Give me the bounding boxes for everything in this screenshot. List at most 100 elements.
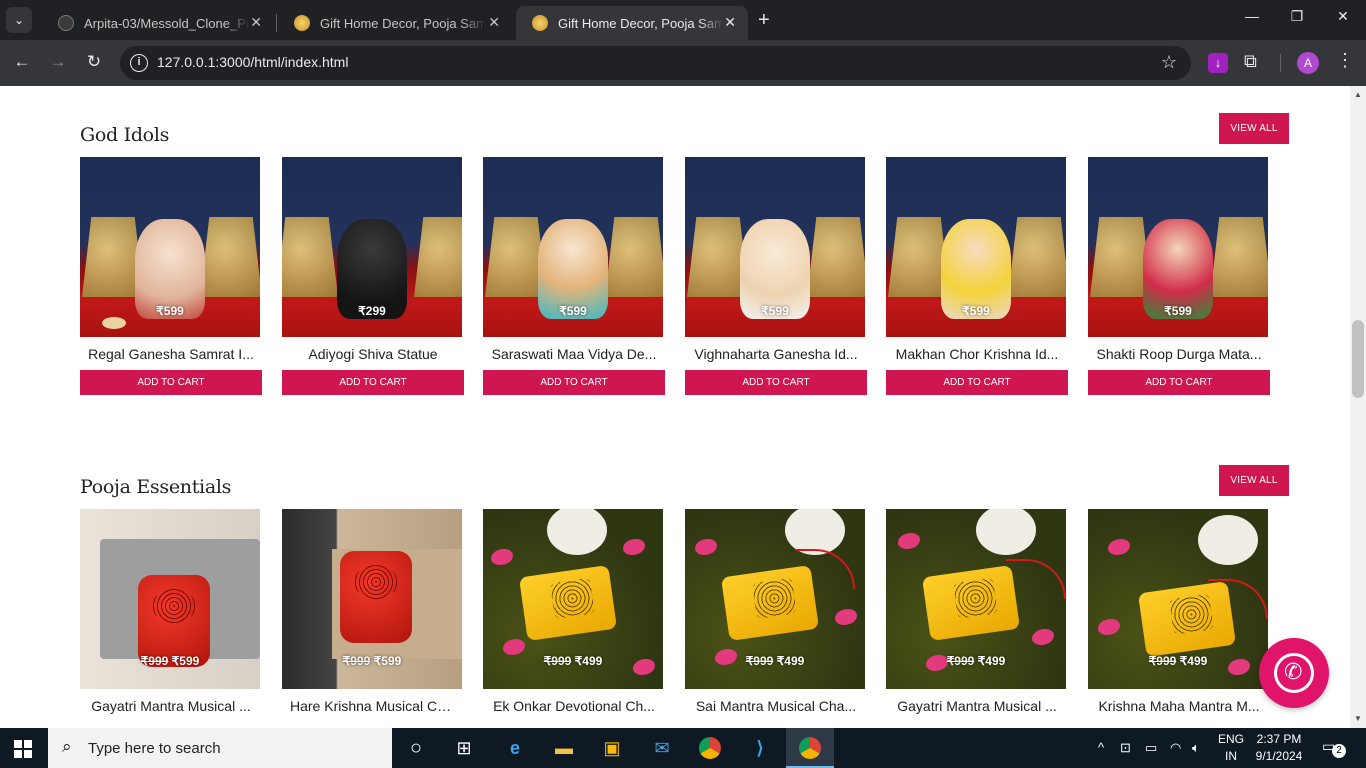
product-image[interactable]: ₹999 ₹499 xyxy=(685,509,865,689)
price: ₹599 xyxy=(373,654,402,668)
restore-icon[interactable]: ❐ xyxy=(1287,8,1307,25)
close-tab-icon[interactable]: ✕ xyxy=(488,14,500,31)
lamp-decor xyxy=(282,217,338,297)
cortana-icon[interactable]: ○ xyxy=(404,736,428,760)
search-placeholder[interactable]: Type here to search xyxy=(88,740,221,757)
old-price: ₹999 xyxy=(140,654,169,668)
rose-petal xyxy=(623,539,645,555)
edge-icon[interactable]: e xyxy=(503,736,527,760)
wifi-icon[interactable]: ◠ xyxy=(1170,740,1181,756)
github-icon xyxy=(58,15,74,31)
product-image[interactable]: ₹599 xyxy=(1088,157,1268,337)
price: ₹599 xyxy=(156,304,184,318)
price-tag: ₹599 xyxy=(483,304,663,318)
product-image[interactable]: ₹999 ₹599 xyxy=(282,509,462,689)
close-tab-icon[interactable]: ✕ xyxy=(250,14,262,31)
battery-icon[interactable]: ▭ xyxy=(1145,740,1157,756)
old-price: ₹999 xyxy=(342,654,371,668)
lamp-base xyxy=(1198,515,1258,565)
product-image[interactable]: ₹999 ₹599 xyxy=(80,509,260,689)
site-favicon-icon xyxy=(294,15,310,31)
volume-icon[interactable]: 🔈︎ xyxy=(1192,740,1200,756)
mail-icon[interactable]: ✉ xyxy=(650,736,674,760)
page-scrollbar[interactable]: ▲ ▼ xyxy=(1350,86,1366,728)
add-to-cart-button[interactable]: ADD TO CART xyxy=(80,370,262,395)
chrome-profile-active-app[interactable] xyxy=(786,728,834,768)
product-image[interactable]: ₹599 xyxy=(483,157,663,337)
download-extension-icon[interactable]: ↓ xyxy=(1208,53,1228,73)
close-tab-icon[interactable]: ✕ xyxy=(724,14,736,31)
product-name[interactable]: Vighnaharta Ganesha Id... xyxy=(685,346,867,362)
tab-github[interactable]: Arpita-03/Messold_Clone_Proje ✕ xyxy=(42,6,274,40)
view-all-button[interactable]: VIEW ALL xyxy=(1219,113,1289,144)
add-to-cart-button[interactable]: ADD TO CART xyxy=(282,370,464,395)
product-image[interactable]: ₹999 ₹499 xyxy=(1088,509,1268,689)
tab-gift-home-decor-active[interactable]: Gift Home Decor, Pooja Samagr ✕ xyxy=(516,6,748,40)
price: ₹599 xyxy=(559,304,587,318)
product-image[interactable]: ₹999 ₹499 xyxy=(483,509,663,689)
taskbar-search-box[interactable]: ⌕ Type here to search xyxy=(48,728,392,768)
price-tag: ₹999 ₹599 xyxy=(80,654,260,668)
add-to-cart-button[interactable]: ADD TO CART xyxy=(483,370,665,395)
taskbar-clock[interactable]: 2:37 PM 9/1/2024 xyxy=(1252,731,1306,765)
language-indicator[interactable]: ENG IN xyxy=(1214,731,1248,765)
product-name[interactable]: Makhan Chor Krishna Id... xyxy=(886,346,1068,362)
product-name[interactable]: Shakti Roop Durga Mata... xyxy=(1088,346,1270,362)
section-title: Pooja Essentials xyxy=(80,476,232,498)
add-to-cart-button[interactable]: ADD TO CART xyxy=(886,370,1068,395)
tab-search-chevron-icon[interactable]: ⌄ xyxy=(6,7,32,33)
file-explorer-icon[interactable]: ▬ xyxy=(552,736,576,760)
browser-menu-icon[interactable]: ⋮ xyxy=(1336,50,1354,71)
scroll-down-arrow-icon[interactable]: ▼ xyxy=(1354,714,1362,723)
product-name[interactable]: Saraswati Maa Vidya De... xyxy=(483,346,665,362)
address-bar[interactable]: i 127.0.0.1:3000/html/index.html ☆ xyxy=(120,46,1191,80)
url-text[interactable]: 127.0.0.1:3000/html/index.html xyxy=(157,54,348,70)
add-to-cart-button[interactable]: ADD TO CART xyxy=(1088,370,1270,395)
device-status-icon[interactable]: ⊡ xyxy=(1120,740,1131,756)
new-tab-icon[interactable]: + xyxy=(758,9,770,32)
store-icon[interactable]: ▣ xyxy=(600,736,624,760)
scroll-up-arrow-icon[interactable]: ▲ xyxy=(1354,90,1362,99)
chanting-box xyxy=(340,551,412,643)
product-image[interactable]: ₹599 xyxy=(886,157,1066,337)
rose-petal xyxy=(695,539,717,555)
product-name[interactable]: Sai Mantra Musical Cha... xyxy=(685,698,867,714)
forward-icon[interactable]: → xyxy=(47,52,69,72)
product-name[interactable]: Adiyogi Shiva Statue xyxy=(282,346,464,362)
rose-petal xyxy=(898,533,920,549)
tab-gift-home-decor[interactable]: Gift Home Decor, Pooja Samagr ✕ xyxy=(278,6,512,40)
price: ₹599 xyxy=(761,304,789,318)
show-hidden-icons-chevron-icon[interactable]: ^ xyxy=(1098,740,1104,755)
tab-title: Gift Home Decor, Pooja Samagr xyxy=(320,15,486,31)
rose-petal xyxy=(1098,619,1120,635)
whatsapp-chat-button[interactable]: ✆ xyxy=(1259,638,1329,708)
product-name[interactable]: Gayatri Mantra Musical ... xyxy=(80,698,262,714)
product-image[interactable]: ₹999 ₹499 xyxy=(886,509,1066,689)
add-to-cart-button[interactable]: ADD TO CART xyxy=(685,370,867,395)
product-name[interactable]: Regal Ganesha Samrat I... xyxy=(80,346,262,362)
product-image[interactable]: ₹599 xyxy=(685,157,865,337)
site-info-icon[interactable]: i xyxy=(130,54,148,72)
scrollbar-thumb[interactable] xyxy=(1352,320,1364,398)
extensions-puzzle-icon[interactable]: ⧉ xyxy=(1244,51,1257,72)
product-image[interactable]: ₹299 xyxy=(282,157,462,337)
product-name[interactable]: Krishna Maha Mantra M... xyxy=(1088,698,1270,714)
windows-start-icon[interactable] xyxy=(14,740,32,758)
minimize-icon[interactable]: — xyxy=(1242,8,1262,24)
product-name[interactable]: Gayatri Mantra Musical ... xyxy=(886,698,1068,714)
chrome-icon[interactable] xyxy=(698,736,722,760)
task-view-icon[interactable]: ⊞ xyxy=(452,736,476,760)
close-window-icon[interactable]: ✕ xyxy=(1333,8,1353,25)
notification-center-icon[interactable]: ▭ 2 xyxy=(1322,738,1346,758)
reload-icon[interactable]: ↻ xyxy=(83,52,105,72)
back-icon[interactable]: ← xyxy=(11,52,33,72)
bookmark-star-icon[interactable]: ☆ xyxy=(1161,52,1177,73)
chanting-box xyxy=(720,565,820,641)
product-name[interactable]: Hare Krishna Musical Ch... xyxy=(282,698,464,714)
price: ₹599 xyxy=(1164,304,1192,318)
product-name[interactable]: Ek Onkar Devotional Ch... xyxy=(483,698,665,714)
view-all-button[interactable]: VIEW ALL xyxy=(1219,465,1289,496)
profile-avatar[interactable]: A xyxy=(1297,52,1319,74)
product-image[interactable]: ₹599 xyxy=(80,157,260,337)
vscode-icon[interactable]: ⟩ xyxy=(748,736,772,760)
